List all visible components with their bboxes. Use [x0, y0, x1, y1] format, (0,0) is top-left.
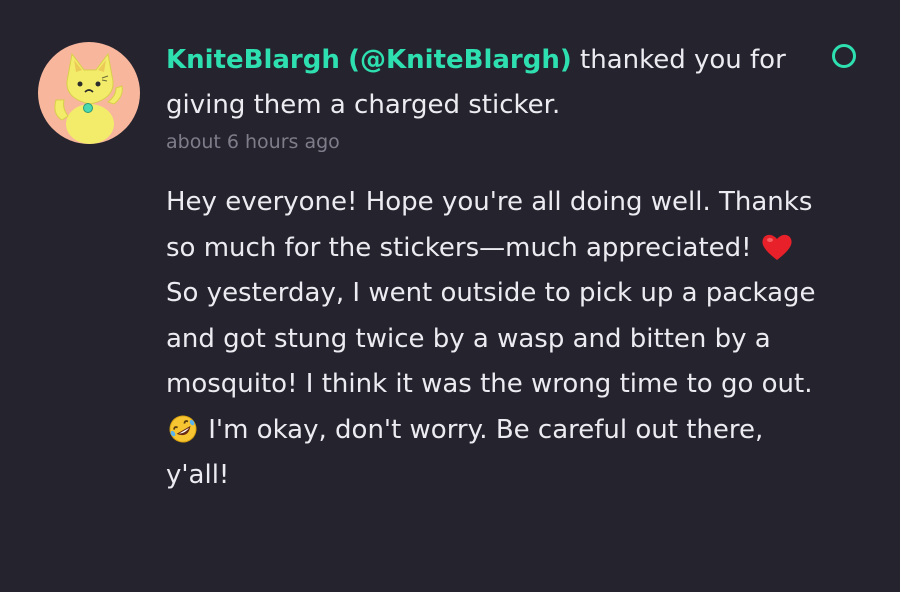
- rolling-laughing-icon: [169, 415, 197, 442]
- message-text-1: Hey everyone! Hope you're all doing well…: [166, 187, 813, 263]
- message-text-3: I'm okay, don't worry. Be careful out th…: [166, 414, 764, 491]
- avatar[interactable]: [38, 42, 140, 144]
- message-text-2: So yesterday, I went outside to pick up …: [166, 278, 816, 399]
- notification-card[interactable]: KniteBlargh (@KniteBlargh) thanked you f…: [0, 0, 900, 592]
- message-body: Hey everyone! Hope you're all doing well…: [166, 180, 826, 499]
- timestamp: about 6 hours ago: [166, 131, 340, 153]
- notification-content: KniteBlargh (@KniteBlargh) thanked you f…: [166, 38, 826, 499]
- user-handle-link[interactable]: (@KniteBlargh): [348, 45, 572, 75]
- red-heart-icon: [762, 234, 792, 260]
- unread-ring-icon[interactable]: [832, 44, 856, 68]
- cat-avatar-icon: [54, 52, 123, 144]
- notification-headline: KniteBlargh (@KniteBlargh) thanked you f…: [166, 38, 826, 128]
- user-name-link[interactable]: KniteBlargh: [166, 45, 340, 75]
